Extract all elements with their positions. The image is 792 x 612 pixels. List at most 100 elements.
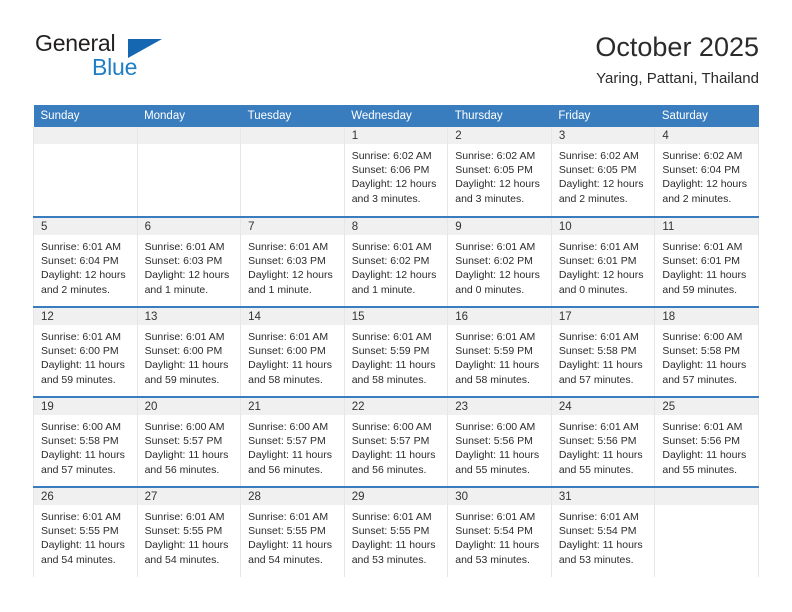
sunset-text: Sunset: 6:05 PM xyxy=(455,164,533,177)
calendar-day-cell[interactable]: 20 Sunrise: 6:00 AM Sunset: 5:57 PM Dayligh… xyxy=(136,396,242,487)
sunset-text: Sunset: 5:56 PM xyxy=(558,435,637,448)
calendar-day-cell-empty xyxy=(240,127,345,217)
calendar-day-cell[interactable]: 23 Sunrise: 6:00 AM Sunset: 5:56 PM Dayligh… xyxy=(447,396,552,487)
day-details: Sunrise: 6:01 AM Sunset: 5:54 PM Daylight:… xyxy=(448,505,551,567)
calendar-day-cell[interactable]: 28 Sunrise: 6:01 AM Sunset: 5:55 PM Dayligh… xyxy=(240,486,345,577)
day-details: Sunrise: 6:01 AM Sunset: 5:56 PM Daylight:… xyxy=(552,415,655,477)
day-details: Sunrise: 6:00 AM Sunset: 5:58 PM Daylight:… xyxy=(34,415,137,477)
sunset-text: Sunset: 5:54 PM xyxy=(558,525,637,538)
general-blue-logo[interactable]: General Blue xyxy=(33,30,263,86)
day-details: Sunrise: 6:00 AM Sunset: 5:57 PM Daylight:… xyxy=(138,415,241,477)
sunset-text: Sunset: 6:01 PM xyxy=(558,255,637,268)
sunrise-text: Sunrise: 6:01 AM xyxy=(558,421,639,433)
sunrise-text: Sunrise: 6:01 AM xyxy=(558,511,639,523)
calendar-day-cell[interactable]: 21 Sunrise: 6:00 AM Sunset: 5:57 PM Dayligh… xyxy=(240,396,345,487)
sunrise-text: Sunrise: 6:01 AM xyxy=(41,331,121,343)
calendar-day-cell[interactable]: 10 Sunrise: 6:01 AM Sunset: 6:01 PM Dayligh… xyxy=(550,216,656,307)
daylight-text: Daylight: 11 hours and 59 minutes. xyxy=(662,269,747,296)
daylight-text: Daylight: 11 hours and 54 minutes. xyxy=(248,539,332,566)
day-details: Sunrise: 6:01 AM Sunset: 6:00 PM Daylight:… xyxy=(241,325,344,387)
calendar-day-cell[interactable]: 4 Sunrise: 6:02 AM Sunset: 6:04 PM Daylight… xyxy=(654,127,759,217)
sunrise-text: Sunrise: 6:00 AM xyxy=(41,421,121,433)
calendar-day-cell[interactable]: 30 Sunrise: 6:01 AM Sunset: 5:54 PM Dayligh… xyxy=(447,486,552,577)
calendar-day-cell-empty xyxy=(33,127,138,217)
sunset-text: Sunset: 5:58 PM xyxy=(662,345,741,358)
daylight-text: Daylight: 11 hours and 58 minutes. xyxy=(248,359,332,386)
sunset-text: Sunset: 6:05 PM xyxy=(558,164,637,177)
sunset-text: Sunset: 5:55 PM xyxy=(248,525,326,538)
sunset-text: Sunset: 5:56 PM xyxy=(455,435,533,448)
daylight-text: Daylight: 12 hours and 1 minute. xyxy=(351,269,437,296)
sunrise-text: Sunrise: 6:00 AM xyxy=(144,421,225,433)
daylight-text: Daylight: 11 hours and 54 minutes. xyxy=(41,539,125,566)
sunrise-text: Sunrise: 6:01 AM xyxy=(248,511,329,523)
daylight-text: Daylight: 11 hours and 54 minutes. xyxy=(144,539,229,566)
calendar-day-cell[interactable]: 18 Sunrise: 6:00 AM Sunset: 5:58 PM Dayligh… xyxy=(654,306,759,397)
calendar-day-cell[interactable]: 19 Sunrise: 6:00 AM Sunset: 5:58 PM Dayligh… xyxy=(33,396,138,487)
sunrise-text: Sunrise: 6:01 AM xyxy=(248,241,329,253)
calendar-day-cell-empty xyxy=(136,127,242,217)
calendar-day-cell[interactable]: 11 Sunrise: 6:01 AM Sunset: 6:01 PM Dayligh… xyxy=(654,216,759,307)
day-number: 13 xyxy=(137,308,241,325)
day-details: Sunrise: 6:00 AM Sunset: 5:56 PM Daylight:… xyxy=(448,415,551,477)
daylight-text: Daylight: 11 hours and 56 minutes. xyxy=(248,449,332,476)
day-details: Sunrise: 6:01 AM Sunset: 6:01 PM Daylight:… xyxy=(552,235,655,297)
weekday-header-wednesday: Wednesday xyxy=(344,105,448,127)
calendar-day-cell[interactable]: 3 Sunrise: 6:02 AM Sunset: 6:05 PM Daylight… xyxy=(550,127,656,217)
day-details: Sunrise: 6:00 AM Sunset: 5:57 PM Daylight:… xyxy=(241,415,344,477)
calendar-day-cell[interactable]: 16 Sunrise: 6:01 AM Sunset: 5:59 PM Dayligh… xyxy=(447,306,552,397)
day-details: Sunrise: 6:01 AM Sunset: 5:55 PM Daylight:… xyxy=(34,505,137,567)
sunrise-text: Sunrise: 6:01 AM xyxy=(351,241,432,253)
day-number: 6 xyxy=(137,218,241,235)
day-details: Sunrise: 6:01 AM Sunset: 6:03 PM Daylight:… xyxy=(138,235,241,297)
calendar-day-cell[interactable]: 12 Sunrise: 6:01 AM Sunset: 6:00 PM Dayligh… xyxy=(33,306,138,397)
sunrise-text: Sunrise: 6:01 AM xyxy=(144,511,225,523)
daylight-text: Daylight: 11 hours and 58 minutes. xyxy=(455,359,540,386)
sunrise-text: Sunrise: 6:01 AM xyxy=(455,331,536,343)
day-details: Sunrise: 6:02 AM Sunset: 6:05 PM Daylight:… xyxy=(552,144,655,206)
day-number: 1 xyxy=(344,127,448,144)
weekday-header-friday: Friday xyxy=(551,105,655,127)
calendar-day-cell[interactable]: 8 Sunrise: 6:01 AM Sunset: 6:02 PM Daylight… xyxy=(343,216,449,307)
sunset-text: Sunset: 6:04 PM xyxy=(41,255,119,268)
calendar-day-cell[interactable]: 13 Sunrise: 6:01 AM Sunset: 6:00 PM Dayligh… xyxy=(136,306,242,397)
calendar-day-cell[interactable]: 1 Sunrise: 6:02 AM Sunset: 6:06 PM Daylight… xyxy=(343,127,449,217)
calendar-day-cell[interactable]: 24 Sunrise: 6:01 AM Sunset: 5:56 PM Dayligh… xyxy=(550,396,656,487)
calendar-day-cell[interactable]: 31 Sunrise: 6:01 AM Sunset: 5:54 PM Dayligh… xyxy=(550,486,656,577)
calendar-day-cell[interactable]: 17 Sunrise: 6:01 AM Sunset: 5:58 PM Dayligh… xyxy=(550,306,656,397)
calendar-day-cell[interactable]: 29 Sunrise: 6:01 AM Sunset: 5:55 PM Dayligh… xyxy=(343,486,449,577)
daylight-text: Daylight: 12 hours and 0 minutes. xyxy=(558,269,644,296)
day-number: 25 xyxy=(655,398,758,415)
day-details: Sunrise: 6:01 AM Sunset: 6:03 PM Daylight:… xyxy=(241,235,344,297)
calendar-day-cell[interactable]: 15 Sunrise: 6:01 AM Sunset: 5:59 PM Dayligh… xyxy=(343,306,449,397)
calendar-day-cell[interactable]: 5 Sunrise: 6:01 AM Sunset: 6:04 PM Daylight… xyxy=(33,216,138,307)
calendar-day-cell[interactable]: 22 Sunrise: 6:00 AM Sunset: 5:57 PM Dayligh… xyxy=(343,396,449,487)
day-number: 31 xyxy=(551,488,655,505)
sunset-text: Sunset: 5:58 PM xyxy=(558,345,637,358)
day-details: Sunrise: 6:01 AM Sunset: 6:00 PM Daylight:… xyxy=(138,325,241,387)
sunset-text: Sunset: 6:00 PM xyxy=(144,345,223,358)
calendar-day-cell[interactable]: 14 Sunrise: 6:01 AM Sunset: 6:00 PM Dayligh… xyxy=(240,306,345,397)
day-number xyxy=(241,127,344,144)
day-details: Sunrise: 6:01 AM Sunset: 5:55 PM Daylight:… xyxy=(241,505,344,567)
sunset-text: Sunset: 5:58 PM xyxy=(41,435,119,448)
weekday-header-thursday: Thursday xyxy=(447,105,552,127)
calendar-day-cell[interactable]: 6 Sunrise: 6:01 AM Sunset: 6:03 PM Daylight… xyxy=(136,216,242,307)
calendar-week-row: 12 Sunrise: 6:01 AM Sunset: 6:00 PM Dayligh… xyxy=(33,306,759,397)
sunrise-text: Sunrise: 6:01 AM xyxy=(144,331,225,343)
calendar-day-cell[interactable]: 26 Sunrise: 6:01 AM Sunset: 5:55 PM Dayligh… xyxy=(33,486,138,577)
calendar-day-cell[interactable]: 7 Sunrise: 6:01 AM Sunset: 6:03 PM Daylight… xyxy=(240,216,345,307)
calendar-day-cell[interactable]: 25 Sunrise: 6:01 AM Sunset: 5:56 PM Dayligh… xyxy=(654,396,759,487)
calendar-day-cell[interactable]: 9 Sunrise: 6:01 AM Sunset: 6:02 PM Daylight… xyxy=(447,216,552,307)
calendar-header-row: Sunday Monday Tuesday Wednesday Thursday… xyxy=(33,105,759,127)
sunset-text: Sunset: 6:03 PM xyxy=(144,255,223,268)
day-number: 3 xyxy=(551,127,655,144)
calendar-day-cell[interactable]: 27 Sunrise: 6:01 AM Sunset: 5:55 PM Dayligh… xyxy=(136,486,242,577)
weekday-header-sunday: Sunday xyxy=(33,105,138,127)
calendar-day-cell[interactable]: 2 Sunrise: 6:02 AM Sunset: 6:05 PM Daylight… xyxy=(447,127,552,217)
calendar-page: General Blue October 2025 Yaring, Pattan… xyxy=(0,0,792,612)
day-number: 11 xyxy=(655,218,758,235)
day-details: Sunrise: 6:01 AM Sunset: 6:01 PM Daylight:… xyxy=(655,235,758,297)
day-number: 20 xyxy=(137,398,241,415)
sunset-text: Sunset: 6:02 PM xyxy=(351,255,430,268)
